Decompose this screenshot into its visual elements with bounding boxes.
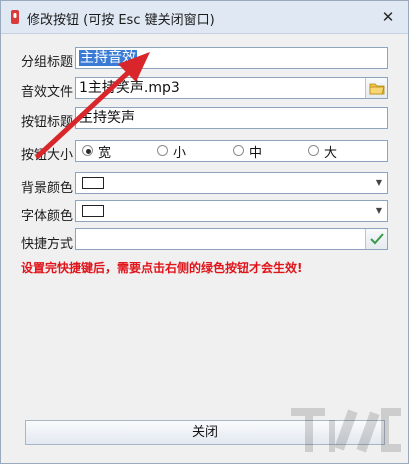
sound-file-value: 1主持笑声.mp3 (79, 80, 180, 96)
form-area: 分组标题 主持音效 音效文件 1主持笑声.mp3 按钮标题 主持笑声 按钮大小 (9, 34, 400, 454)
window-title: 修改按钮 (可按 Esc 键关闭窗口) (27, 13, 215, 28)
sound-file-input[interactable]: 1主持笑声.mp3 (75, 77, 388, 99)
folder-icon (369, 83, 385, 95)
button-size-label: 按钮大小 (21, 148, 74, 163)
sound-file-label: 音效文件 (21, 85, 74, 100)
font-color-select[interactable]: ▼ (75, 200, 388, 222)
size-option-large[interactable]: 大 (308, 143, 368, 161)
size-option-small[interactable]: 小 (157, 143, 217, 161)
button-title-value: 主持笑声 (79, 110, 135, 126)
browse-folder-button[interactable] (365, 78, 387, 98)
bg-color-label: 背景颜色 (21, 181, 74, 196)
group-title-label: 分组标题 (21, 55, 74, 70)
button-size-radio-group: 宽 小 中 大 (75, 140, 388, 162)
chevron-down-icon[interactable]: ▼ (371, 173, 387, 193)
button-title-label: 按钮标题 (21, 115, 74, 130)
shortcut-hint: 设置完快捷键后，需要点击右侧的绿色按钮才会生效! (21, 261, 303, 275)
shortcut-label: 快捷方式 (21, 237, 74, 252)
close-button[interactable]: 关闭 (25, 420, 385, 445)
check-icon (370, 233, 384, 245)
title-bar: 修改按钮 (可按 Esc 键关闭窗口) ✕ (1, 1, 408, 34)
group-title-value: 主持音效 (79, 50, 137, 66)
shortcut-input[interactable] (75, 228, 388, 250)
apply-shortcut-button[interactable] (365, 229, 387, 249)
group-title-input[interactable]: 主持音效 (75, 47, 388, 69)
microphone-icon (11, 10, 19, 24)
button-title-input[interactable]: 主持笑声 (75, 107, 388, 129)
dialog-window: 修改按钮 (可按 Esc 键关闭窗口) ✕ 分组标题 主持音效 音效文件 1主持… (0, 0, 409, 464)
bg-color-select[interactable]: ▼ (75, 172, 388, 194)
bg-color-swatch (82, 177, 104, 189)
font-color-swatch (82, 205, 104, 217)
close-icon[interactable]: ✕ (378, 7, 398, 27)
size-option-wide[interactable]: 宽 (82, 143, 142, 161)
size-option-medium[interactable]: 中 (233, 143, 293, 161)
chevron-down-icon[interactable]: ▼ (371, 201, 387, 221)
font-color-label: 字体颜色 (21, 209, 74, 224)
